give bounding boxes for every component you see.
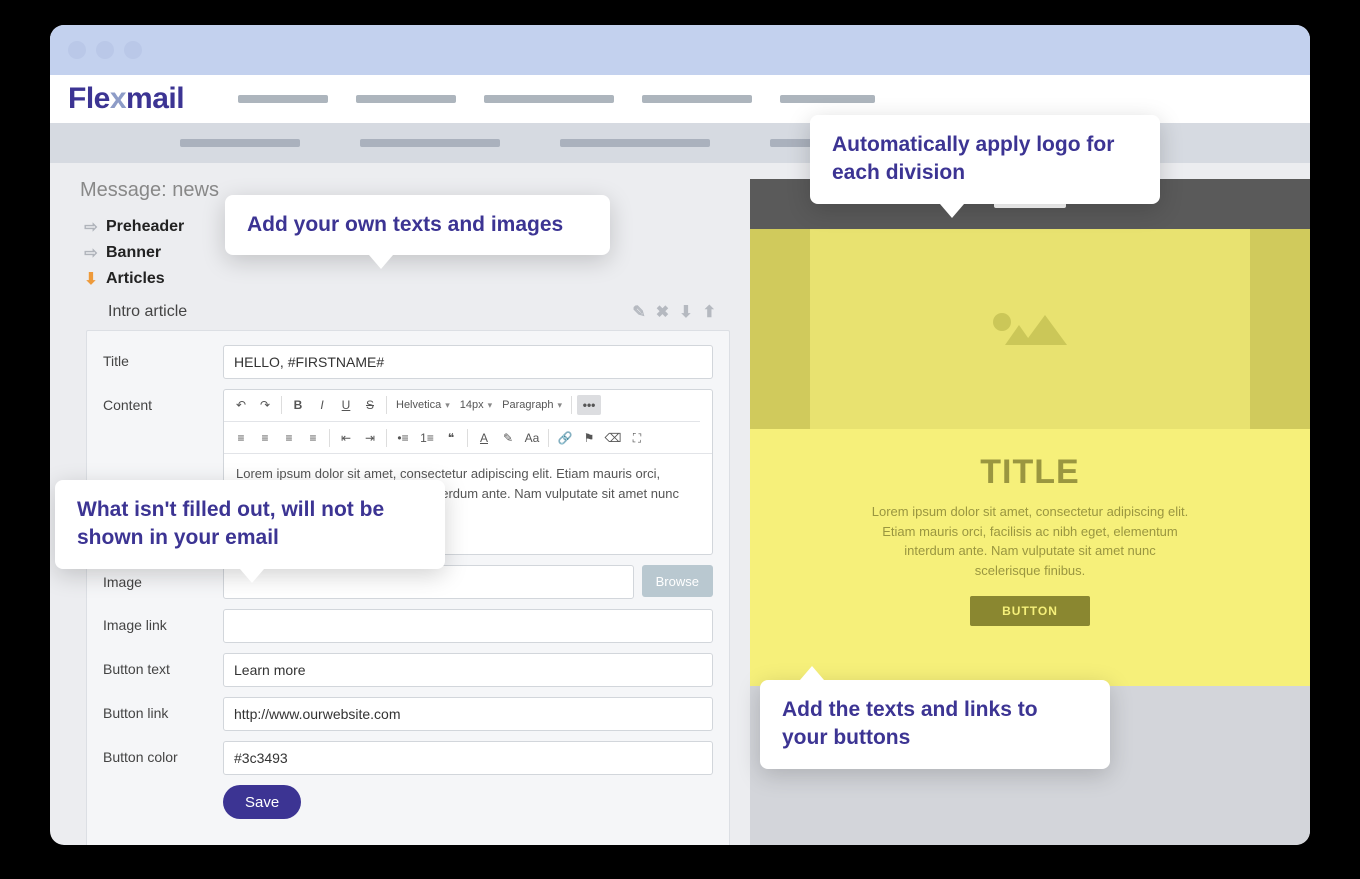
flag-icon[interactable]: ⚑ [578, 427, 600, 449]
align-left-icon[interactable]: ≡ [230, 427, 252, 449]
highlight-icon[interactable]: ✎ [497, 427, 519, 449]
window-dot[interactable] [96, 41, 114, 59]
button-link-label: Button link [103, 697, 223, 721]
window-dot[interactable] [124, 41, 142, 59]
sidebar-item-label: Banner [106, 244, 161, 262]
button-text-label: Button text [103, 653, 223, 677]
redo-icon[interactable]: ↷ [254, 394, 276, 416]
size-select[interactable]: 14px [456, 394, 496, 416]
preview-body: Lorem ipsum dolor sit amet, consectetur … [870, 502, 1190, 580]
arrow-down-icon: ⬇ [84, 272, 98, 286]
blockquote-icon[interactable]: ❝ [440, 427, 462, 449]
window-titlebar [50, 25, 1310, 75]
image-link-input[interactable] [223, 609, 713, 643]
arrow-right-icon: ⇨ [84, 220, 98, 234]
save-button[interactable]: Save [223, 785, 301, 819]
title-label: Title [103, 345, 223, 369]
align-right-icon[interactable]: ≡ [278, 427, 300, 449]
window-dot[interactable] [68, 41, 86, 59]
rte-toolbar: ↶ ↷ B I U S Helvetica 14px Paragraph [224, 390, 712, 454]
indent-icon[interactable]: ⇥ [359, 427, 381, 449]
section-name: Intro article [108, 303, 187, 321]
preview-image-placeholder [810, 229, 1250, 429]
button-color-input[interactable] [223, 741, 713, 775]
case-icon[interactable]: Aa [521, 427, 543, 449]
title-input[interactable] [223, 345, 713, 379]
underline-icon[interactable]: U [335, 394, 357, 416]
move-up-icon[interactable]: ⬆ [703, 302, 716, 322]
more-icon[interactable]: ••• [577, 395, 601, 415]
font-select[interactable]: Helvetica [392, 394, 454, 416]
preview-text-block: TITLE Lorem ipsum dolor sit amet, consec… [810, 429, 1250, 656]
sidebar-item-label: Articles [106, 270, 165, 288]
strike-icon[interactable]: S [359, 394, 381, 416]
block-select[interactable]: Paragraph [498, 394, 566, 416]
button-link-input[interactable] [223, 697, 713, 731]
sidebar-item-label: Preheader [106, 218, 184, 236]
button-color-label: Button color [103, 741, 223, 765]
content-label: Content [103, 389, 223, 413]
button-text-input[interactable] [223, 653, 713, 687]
italic-icon[interactable]: I [311, 394, 333, 416]
list-ul-icon[interactable]: •≡ [392, 427, 414, 449]
article-form: Title Content ↶ ↷ B I [86, 330, 730, 845]
preview-button: BUTTON [970, 596, 1090, 626]
callout-not-shown: What isn't filled out, will not be shown… [55, 480, 445, 569]
list-ol-icon[interactable]: 1≡ [416, 427, 438, 449]
callout-apply-logo: Automatically apply logo for each divisi… [810, 115, 1160, 204]
image-input[interactable] [223, 565, 634, 599]
callout-add-texts: Add your own texts and images [225, 195, 610, 255]
align-justify-icon[interactable]: ≡ [302, 427, 324, 449]
sidebar-item-articles[interactable]: ⬇ Articles [84, 266, 730, 292]
callout-button-links: Add the texts and links to your buttons [760, 680, 1110, 769]
brand-logo: Flexmail [68, 82, 184, 116]
browse-button[interactable]: Browse [642, 565, 713, 597]
preview-title: TITLE [850, 453, 1210, 492]
undo-icon[interactable]: ↶ [230, 394, 252, 416]
expand-icon[interactable]: ⛶ [626, 427, 648, 449]
link-icon[interactable]: 🔗 [554, 427, 576, 449]
nav-placeholder [238, 95, 875, 103]
align-center-icon[interactable]: ≡ [254, 427, 276, 449]
image-link-label: Image link [103, 609, 223, 633]
bold-icon[interactable]: B [287, 394, 309, 416]
text-color-icon[interactable]: A [473, 427, 495, 449]
image-placeholder-icon [993, 313, 1067, 345]
move-down-icon[interactable]: ⬇ [679, 302, 692, 322]
arrow-right-icon: ⇨ [84, 246, 98, 260]
outdent-icon[interactable]: ⇤ [335, 427, 357, 449]
section-header: Intro article ✎ ✖ ⬇ ⬆ [80, 292, 730, 330]
clear-icon[interactable]: ⌫ [602, 427, 624, 449]
edit-icon[interactable]: ✎ [632, 302, 645, 322]
delete-icon[interactable]: ✖ [656, 302, 669, 322]
image-label: Image [103, 574, 223, 590]
